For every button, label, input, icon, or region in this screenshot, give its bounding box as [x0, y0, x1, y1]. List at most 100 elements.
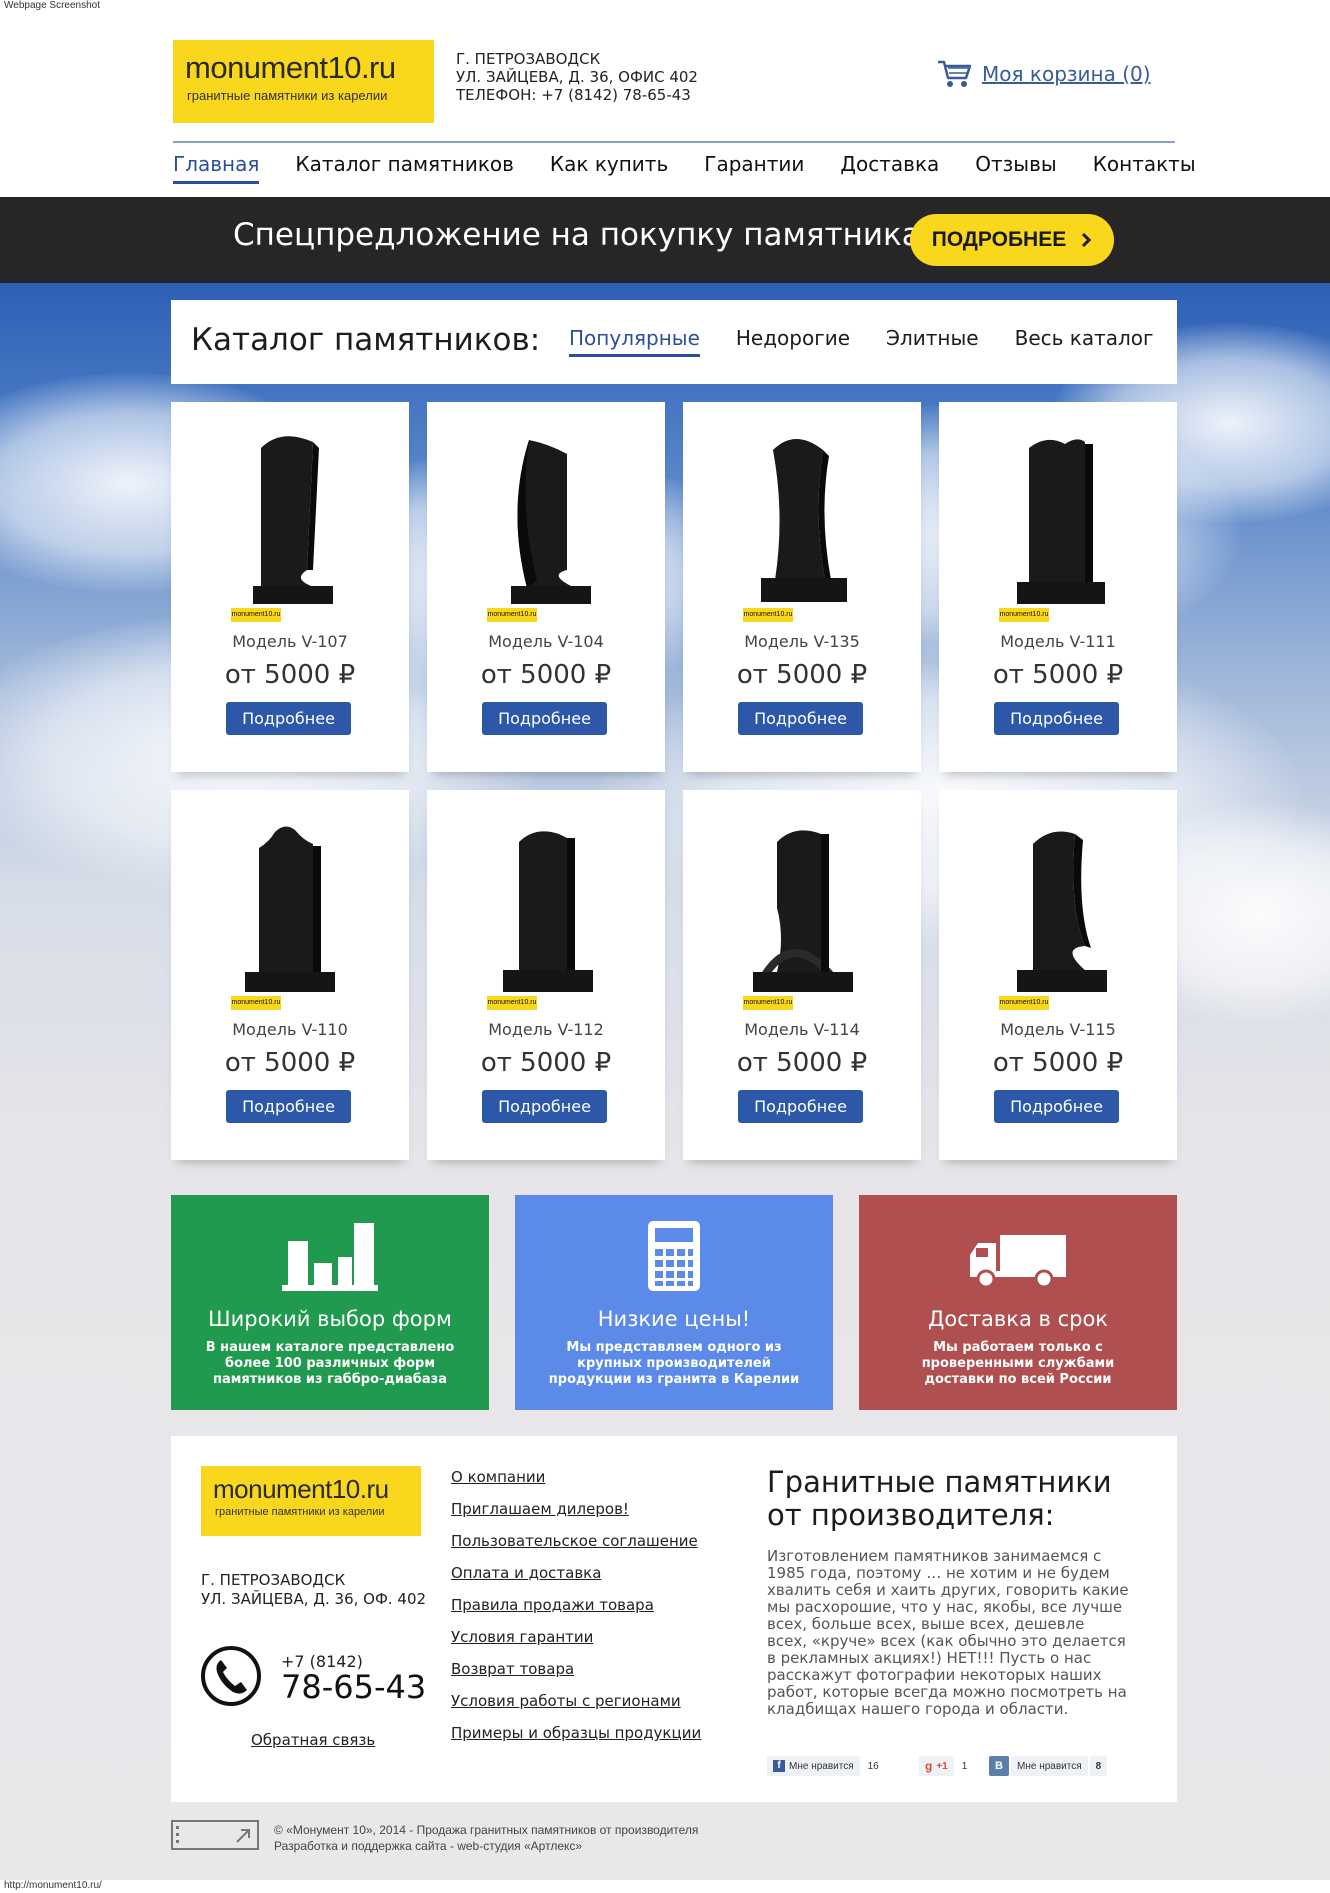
product-model[interactable]: Модель V-111 — [939, 632, 1177, 651]
nav-item-how-to-buy[interactable]: Как купить — [550, 152, 668, 184]
catalog-title: Каталог памятников: — [191, 322, 541, 358]
header-address-street: УЛ. ЗАЙЦЕВА, Д. 36, ОФИС 402 — [456, 68, 698, 86]
product-model[interactable]: Модель V-104 — [427, 632, 665, 651]
monument-image — [761, 439, 847, 602]
cart-widget[interactable]: Моя корзина (0) — [936, 58, 1151, 90]
product-card[interactable]: monument10.ru Модель V-107 от 5000 ₽ Под… — [171, 402, 409, 772]
product-price: от 5000 ₽ — [224, 1048, 356, 1078]
product-details-button[interactable]: Подробнее — [994, 1090, 1119, 1123]
product-card[interactable]: monument10.ru Модель V-135 от 5000 ₽ Под… — [683, 402, 921, 772]
cart-link[interactable]: Моя корзина (0) — [982, 62, 1151, 86]
product-card[interactable]: monument10.ru Модель V-104 от 5000 ₽ Под… — [427, 402, 665, 772]
header-divider — [173, 141, 1175, 143]
product-details-button[interactable]: Подробнее — [738, 1090, 863, 1123]
footer-link-returns[interactable]: Возврат товара — [451, 1660, 701, 1692]
vk-like-count: 8 — [1089, 1756, 1108, 1776]
phone-icon — [201, 1646, 261, 1706]
footer-link-examples[interactable]: Примеры и образцы продукции — [451, 1724, 701, 1756]
facebook-like-label: Мне нравится — [789, 1760, 854, 1772]
footer-logo[interactable]: monument10.ru гранитные памятники из кар… — [201, 1466, 421, 1536]
product-details-button[interactable]: Подробнее — [226, 702, 351, 735]
header-phone: ТЕЛЕФОН: +7 (8142) 78-65-43 — [456, 86, 691, 104]
product-model[interactable]: Модель V-112 — [427, 1020, 665, 1039]
google-plus-button[interactable]: g +1 1 — [919, 1756, 967, 1776]
bar-chart-icon — [282, 1223, 378, 1291]
footer-link-dealers[interactable]: Приглашаем дилеров! — [451, 1500, 701, 1532]
monument-image — [253, 436, 333, 604]
nav-item-home[interactable]: Главная — [173, 152, 260, 184]
product-card[interactable]: monument10.ru Модель V-114 от 5000 ₽ Под… — [683, 790, 921, 1160]
promo-details-button[interactable]: ПОДРОБНЕЕ — [910, 214, 1114, 266]
watermark-logo: monument10.ru — [487, 608, 537, 622]
status-url: http://monument10.ru/ — [4, 1880, 102, 1891]
product-model[interactable]: Модель V-135 — [683, 632, 921, 651]
logo-tagline: гранитные памятники из карелии — [215, 1506, 385, 1518]
product-card[interactable]: monument10.ru Модель V-112 от 5000 ₽ Под… — [427, 790, 665, 1160]
footer-link-about[interactable]: О компании — [451, 1468, 701, 1500]
product-details-button[interactable]: Подробнее — [482, 702, 607, 735]
monument-image — [753, 830, 853, 992]
tab-all-catalog[interactable]: Весь каталог — [1015, 326, 1154, 357]
product-model[interactable]: Модель V-110 — [171, 1020, 409, 1039]
tab-elite[interactable]: Элитные — [886, 326, 979, 357]
footer-link-sale-rules[interactable]: Правила продажи товара — [451, 1596, 701, 1628]
product-price: от 5000 ₽ — [992, 1048, 1124, 1078]
nav-item-contacts[interactable]: Контакты — [1093, 152, 1196, 184]
shopping-cart-icon — [938, 60, 972, 87]
product-price: от 5000 ₽ — [736, 660, 868, 690]
nav-item-guarantees[interactable]: Гарантии — [704, 152, 804, 184]
footer-link-guarantee-terms[interactable]: Условия гарантии — [451, 1628, 701, 1660]
vk-like[interactable]: В Мне нравится 8 — [989, 1756, 1108, 1776]
product-details-button[interactable]: Подробнее — [226, 1090, 351, 1123]
feature-title: Доставка в срок — [928, 1307, 1108, 1331]
site-logo[interactable]: monument10.ru гранитные памятники из кар… — [173, 40, 434, 123]
product-price: от 5000 ₽ — [224, 660, 356, 690]
feature-delivery-on-time: Доставка в срок Мы работаем только с про… — [859, 1195, 1177, 1410]
footer-address: Г. ПЕТРОЗАВОДСК УЛ. ЗАЙЦЕВА, Д. 36, ОФ. … — [201, 1571, 426, 1609]
logo-name: monument10.ru — [185, 50, 396, 85]
tab-cheap[interactable]: Недорогие — [736, 326, 850, 357]
google-plus-icon: g — [925, 1759, 933, 1773]
product-price: от 5000 ₽ — [736, 1048, 868, 1078]
truck-icon — [970, 1235, 1066, 1289]
product-details-button[interactable]: Подробнее — [738, 702, 863, 735]
header-contacts: Г. ПЕТРОЗАВОДСК УЛ. ЗАЙЦЕВА, Д. 36, ОФИС… — [456, 50, 698, 104]
product-card[interactable]: monument10.ru Модель V-111 от 5000 ₽ Под… — [939, 402, 1177, 772]
promo-text: Спецпредложение на покупку памятника — [233, 217, 921, 253]
screenshot-label: Webpage Screenshot — [4, 0, 100, 11]
product-model[interactable]: Модель V-115 — [939, 1020, 1177, 1039]
nav-item-catalog[interactable]: Каталог памятников — [295, 152, 514, 184]
footer-link-regions[interactable]: Условия работы с регионами — [451, 1692, 701, 1724]
catalog-header: Каталог памятников: Популярные Недорогие… — [171, 300, 1177, 384]
phone-number[interactable]: 78-65-43 — [281, 1668, 426, 1706]
nav-item-reviews[interactable]: Отзывы — [975, 152, 1056, 184]
footer-link-user-agreement[interactable]: Пользовательское соглашение — [451, 1532, 701, 1564]
feedback-link[interactable]: Обратная связь — [251, 1731, 375, 1749]
tab-popular[interactable]: Популярные — [569, 326, 700, 357]
nav-item-delivery[interactable]: Доставка — [840, 152, 939, 184]
footer-paragraph: Изготовлением памятников занимаемся с 19… — [767, 1547, 1129, 1718]
promo-banner: Спецпредложение на покупку памятника ПОД… — [0, 197, 1330, 283]
monument-image — [245, 826, 335, 992]
catalog-tabs: Популярные Недорогие Элитные Весь катало… — [569, 326, 1154, 357]
facebook-like[interactable]: f Мне нравится 16 — [767, 1756, 879, 1776]
product-model[interactable]: Модель V-114 — [683, 1020, 921, 1039]
facebook-icon: f — [773, 1760, 785, 1772]
watermark-logo: monument10.ru — [999, 608, 1049, 622]
monument-image — [1017, 831, 1107, 992]
footer-link-payment-delivery[interactable]: Оплата и доставка — [451, 1564, 701, 1596]
watermark-logo: monument10.ru — [999, 996, 1049, 1010]
product-card[interactable]: monument10.ru Модель V-115 от 5000 ₽ Под… — [939, 790, 1177, 1160]
product-details-button[interactable]: Подробнее — [482, 1090, 607, 1123]
product-details-button[interactable]: Подробнее — [994, 702, 1119, 735]
developer-logo[interactable] — [171, 1820, 259, 1850]
product-price: от 5000 ₽ — [480, 660, 612, 690]
product-card[interactable]: monument10.ru Модель V-110 от 5000 ₽ Под… — [171, 790, 409, 1160]
footer-heading: Гранитные памятники от производителя: — [767, 1465, 1112, 1532]
footer-panel: monument10.ru гранитные памятники из кар… — [171, 1436, 1177, 1802]
footer-links: О компании Приглашаем дилеров! Пользоват… — [451, 1468, 701, 1756]
promo-button-label: ПОДРОБНЕЕ — [931, 228, 1067, 251]
watermark-logo: monument10.ru — [487, 996, 537, 1010]
logo-tagline: гранитные памятники из карелии — [187, 88, 388, 103]
product-model[interactable]: Модель V-107 — [171, 632, 409, 651]
